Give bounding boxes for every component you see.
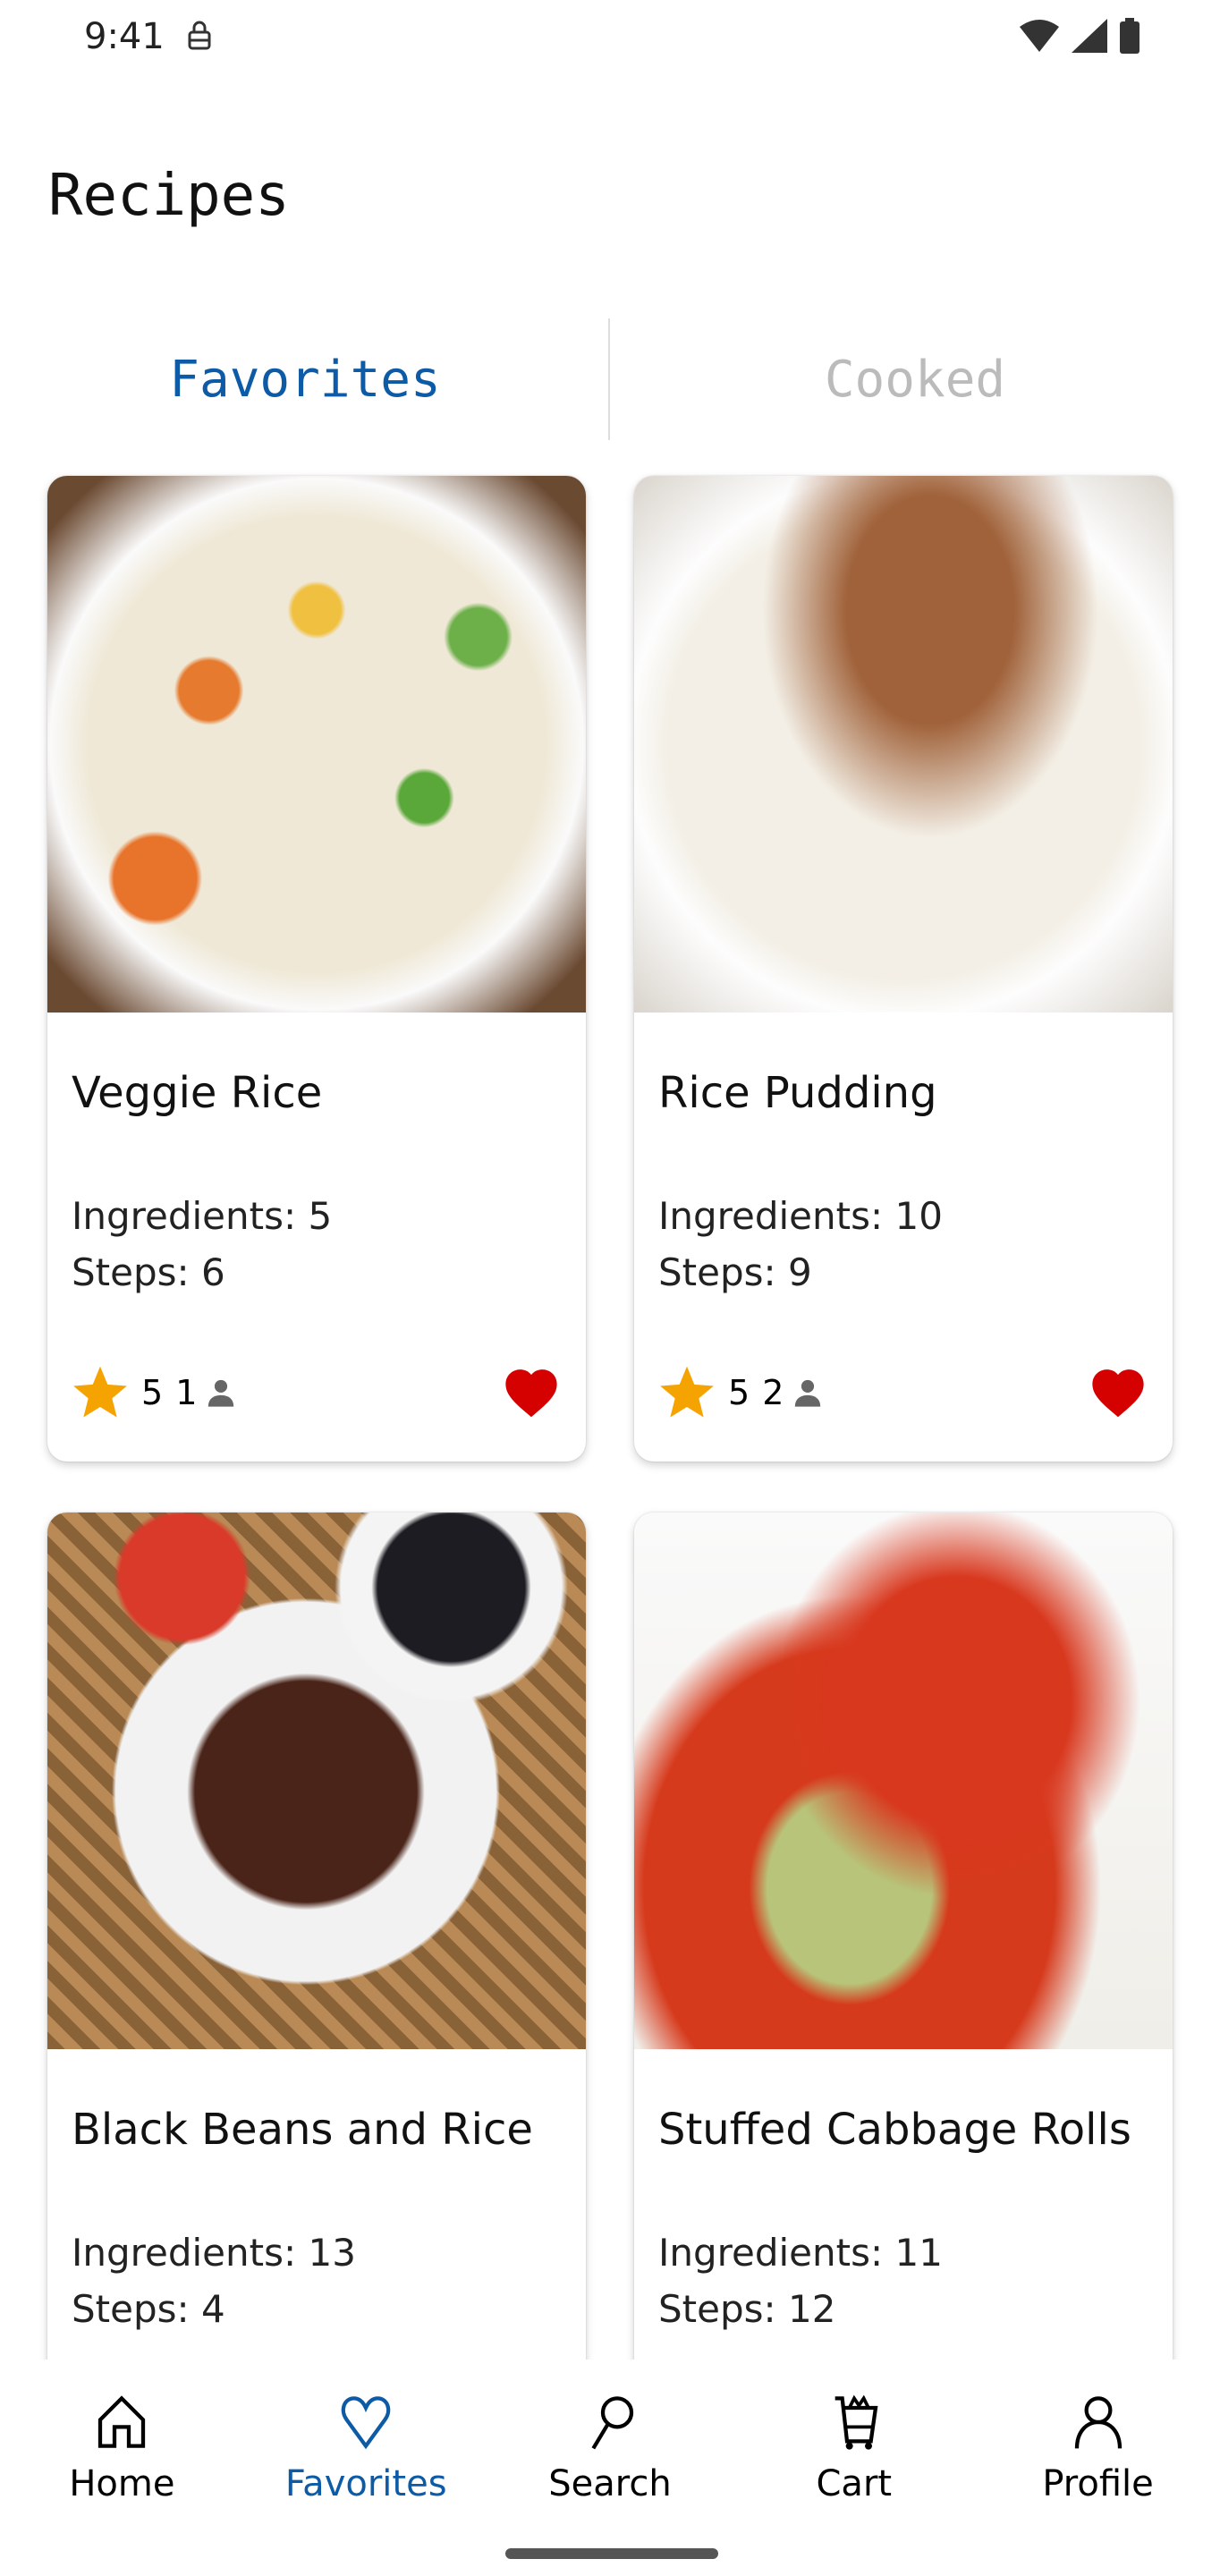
- recipe-title: Stuffed Cabbage Rolls: [658, 2105, 1131, 2155]
- recipe-steps: Steps: 9: [658, 1250, 812, 1294]
- recipe-title: Black Beans and Rice: [72, 2105, 533, 2155]
- recipe-steps: Steps: 4: [72, 2287, 225, 2331]
- recipe-image: [47, 476, 586, 1013]
- recipe-image: [47, 1513, 586, 2049]
- nav-label: Home: [69, 2463, 175, 2504]
- status-time: 9:41: [84, 16, 165, 57]
- heart-icon: [341, 2396, 391, 2450]
- nav-label: Search: [548, 2463, 672, 2504]
- bottom-nav: Home Favorites Search Cart Profile: [0, 2360, 1220, 2576]
- home-indicator[interactable]: [505, 2548, 718, 2559]
- recipe-ingredients: Ingredients: 11: [658, 2231, 943, 2275]
- nav-search[interactable]: Search: [488, 2360, 733, 2576]
- favorite-heart-icon[interactable]: [501, 1366, 562, 1419]
- recipe-image: [634, 1513, 1173, 2049]
- nav-cart[interactable]: Cart: [732, 2360, 976, 2576]
- star-icon: [660, 1366, 714, 1418]
- tab-favorites[interactable]: Favorites: [0, 318, 610, 440]
- home-icon: [98, 2395, 146, 2448]
- person-icon: [208, 1379, 234, 1407]
- tab-divider: [608, 318, 610, 440]
- nav-label: Favorites: [284, 2463, 447, 2504]
- person-icon: [795, 1379, 821, 1407]
- recipe-title: Veggie Rice: [72, 1068, 323, 1118]
- favorite-heart-icon[interactable]: [1088, 1366, 1148, 1419]
- recipe-card[interactable]: Veggie Rice Ingredients: 5 Steps: 6 5 1: [47, 476, 586, 1462]
- cart-icon: [835, 2394, 878, 2450]
- status-bar: 9:41: [0, 0, 1220, 72]
- tab-cooked[interactable]: Cooked: [610, 318, 1220, 440]
- tab-bar: Favorites Cooked: [0, 318, 1220, 440]
- nav-profile[interactable]: Profile: [976, 2360, 1220, 2576]
- search-icon: [591, 2396, 634, 2450]
- recipe-card[interactable]: Black Beans and Rice Ingredients: 13 Ste…: [47, 1513, 586, 2498]
- recipe-image: [634, 476, 1173, 1013]
- lock-icon: [188, 21, 211, 50]
- review-count: 2: [762, 1373, 784, 1412]
- review-count: 1: [175, 1373, 198, 1412]
- nav-home[interactable]: Home: [0, 2360, 244, 2576]
- profile-icon: [1074, 2396, 1122, 2449]
- recipe-card[interactable]: Stuffed Cabbage Rolls Ingredients: 11 St…: [634, 1513, 1173, 2498]
- recipe-title: Rice Pudding: [658, 1068, 937, 1118]
- recipe-steps: Steps: 6: [72, 1250, 225, 1294]
- rating-value: 5: [141, 1373, 164, 1412]
- recipe-ingredients: Ingredients: 5: [72, 1194, 333, 1238]
- battery-icon: [1120, 18, 1140, 54]
- page-title: Recipes: [48, 163, 290, 229]
- recipe-steps: Steps: 12: [658, 2287, 836, 2331]
- star-icon: [73, 1366, 127, 1418]
- recipe-ingredients: Ingredients: 10: [658, 1194, 943, 1238]
- nav-label: Cart: [816, 2463, 893, 2504]
- rating-value: 5: [728, 1373, 750, 1412]
- nav-favorites[interactable]: Favorites: [244, 2360, 488, 2576]
- signal-icon: [1072, 19, 1107, 53]
- recipe-ingredients: Ingredients: 13: [72, 2231, 356, 2275]
- nav-label: Profile: [1042, 2463, 1154, 2504]
- wifi-icon: [1020, 20, 1059, 52]
- recipe-card[interactable]: Rice Pudding Ingredients: 10 Steps: 9 5 …: [634, 476, 1173, 1462]
